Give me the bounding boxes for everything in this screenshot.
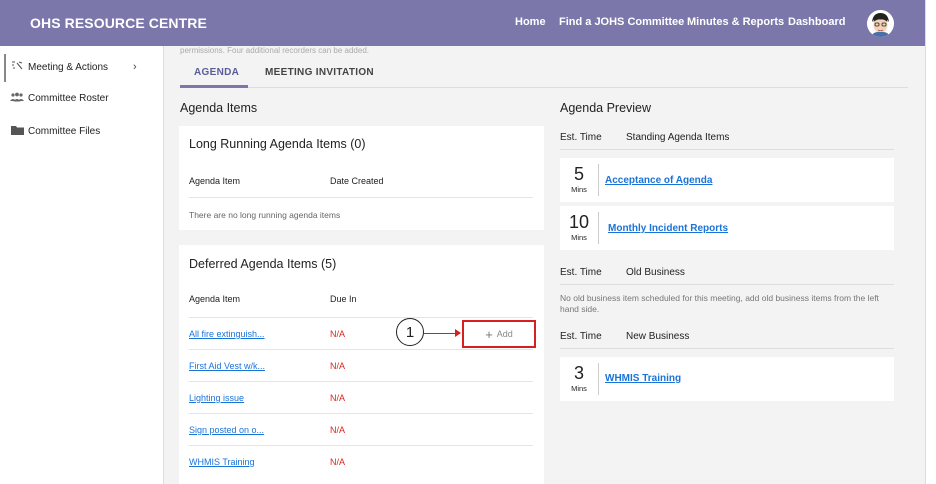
old-business-header: Old Business bbox=[626, 267, 685, 278]
est-time-value: 3 Mins bbox=[571, 363, 587, 393]
preview-item-link[interactable]: Monthly Incident Reports bbox=[608, 223, 728, 234]
est-time-header: Est. Time bbox=[560, 331, 602, 342]
est-time-header: Est. Time bbox=[560, 267, 602, 278]
col-header-date-created[interactable]: Date Created bbox=[330, 176, 384, 186]
col-header-due-in[interactable]: Due In bbox=[330, 294, 357, 304]
empty-state-text: There are no long running agenda items bbox=[189, 210, 341, 220]
long-running-title: Long Running Agenda Items (0) bbox=[189, 137, 366, 151]
avatar-icon bbox=[867, 10, 894, 37]
due-in-value: N/A bbox=[330, 361, 346, 371]
divider bbox=[189, 317, 533, 318]
est-time-value: 5 Mins bbox=[571, 164, 587, 194]
tab-meeting-invitation[interactable]: MEETING INVITATION bbox=[265, 67, 374, 78]
nav-minutes-reports[interactable]: Minutes & Reports bbox=[687, 16, 784, 28]
scrollbar-gutter bbox=[925, 0, 936, 484]
deferred-item-link[interactable]: WHMIS Training bbox=[189, 457, 255, 467]
people-icon bbox=[10, 92, 24, 105]
divider bbox=[189, 381, 533, 382]
divider bbox=[560, 284, 894, 285]
agenda-preview-title: Agenda Preview bbox=[560, 101, 652, 115]
vertical-divider bbox=[598, 212, 599, 244]
add-button-highlight: + Add bbox=[462, 320, 536, 348]
nav-dashboard[interactable]: Dashboard bbox=[788, 16, 845, 28]
nav-home[interactable]: Home bbox=[515, 16, 546, 28]
permissions-note: permissions. Four additional recorders c… bbox=[180, 46, 369, 55]
divider bbox=[189, 445, 533, 446]
vertical-divider bbox=[598, 363, 599, 395]
sidebar-item-label: Meeting & Actions bbox=[28, 61, 109, 73]
old-business-note: No old business item scheduled for this … bbox=[560, 293, 879, 314]
brand-title[interactable]: OHS RESOURCE CENTRE bbox=[30, 15, 207, 31]
tab-divider bbox=[180, 87, 908, 88]
est-time-value: 10 Mins bbox=[568, 212, 590, 242]
col-header-agenda-item[interactable]: Agenda Item bbox=[189, 294, 240, 304]
sidebar-item-committee-roster[interactable]: Committee Roster bbox=[10, 90, 109, 106]
sidebar-active-indicator bbox=[4, 54, 6, 82]
sidebar-item-label: Committee Files bbox=[28, 125, 101, 137]
deferred-item-link[interactable]: All fire extinguish... bbox=[189, 329, 265, 339]
arrow-head-icon bbox=[455, 329, 461, 337]
top-nav-bar: OHS RESOURCE CENTRE Home Find a JOHS Com… bbox=[0, 0, 925, 46]
due-in-value: N/A bbox=[330, 393, 346, 403]
plus-icon: + bbox=[485, 326, 493, 342]
deferred-title: Deferred Agenda Items (5) bbox=[189, 257, 337, 271]
long-running-card: Long Running Agenda Items (0) Agenda Ite… bbox=[179, 126, 544, 230]
preview-item-link[interactable]: WHMIS Training bbox=[605, 373, 681, 384]
deferred-card: Deferred Agenda Items (5) Agenda Item Du… bbox=[179, 245, 544, 484]
meeting-icon bbox=[10, 60, 24, 74]
deferred-item-link[interactable]: First Aid Vest w/k... bbox=[189, 361, 265, 371]
add-button-label: Add bbox=[496, 329, 513, 339]
deferred-item-link[interactable]: Sign posted on o... bbox=[189, 425, 264, 435]
preview-item-card: 3 Mins WHMIS Training bbox=[560, 357, 894, 401]
deferred-item-link[interactable]: Lighting issue bbox=[189, 393, 244, 403]
divider bbox=[560, 149, 894, 150]
nav-find-committee[interactable]: Find a JOHS Committee bbox=[559, 16, 684, 28]
tab-agenda[interactable]: AGENDA bbox=[194, 67, 239, 78]
due-in-value: N/A bbox=[330, 457, 346, 467]
sidebar-item-committee-files[interactable]: Committee Files bbox=[10, 123, 100, 139]
folder-icon bbox=[10, 125, 24, 138]
add-button[interactable]: + Add bbox=[470, 326, 528, 342]
col-header-agenda-item[interactable]: Agenda Item bbox=[189, 176, 240, 186]
vertical-divider bbox=[598, 164, 599, 196]
agenda-items-title: Agenda Items bbox=[180, 101, 258, 115]
est-time-header: Est. Time bbox=[560, 132, 602, 143]
step-callout: 1 bbox=[396, 318, 424, 346]
divider bbox=[189, 197, 533, 198]
divider bbox=[189, 349, 533, 350]
divider bbox=[189, 413, 533, 414]
standing-items-header: Standing Agenda Items bbox=[626, 132, 730, 143]
preview-item-link[interactable]: Acceptance of Agenda bbox=[605, 175, 712, 186]
preview-item-card: 10 Mins Monthly Incident Reports bbox=[560, 206, 894, 250]
chevron-right-icon[interactable]: › bbox=[133, 61, 137, 73]
preview-item-card: 5 Mins Acceptance of Agenda bbox=[560, 158, 894, 202]
user-avatar[interactable] bbox=[867, 10, 894, 37]
sidebar bbox=[0, 46, 164, 484]
sidebar-item-meeting-actions[interactable]: Meeting & Actions bbox=[10, 59, 108, 75]
due-in-value: N/A bbox=[330, 425, 346, 435]
divider bbox=[560, 348, 894, 349]
sidebar-item-label: Committee Roster bbox=[28, 92, 109, 104]
active-tab-indicator bbox=[180, 85, 248, 88]
due-in-value: N/A bbox=[330, 329, 346, 339]
new-business-header: New Business bbox=[626, 331, 690, 342]
